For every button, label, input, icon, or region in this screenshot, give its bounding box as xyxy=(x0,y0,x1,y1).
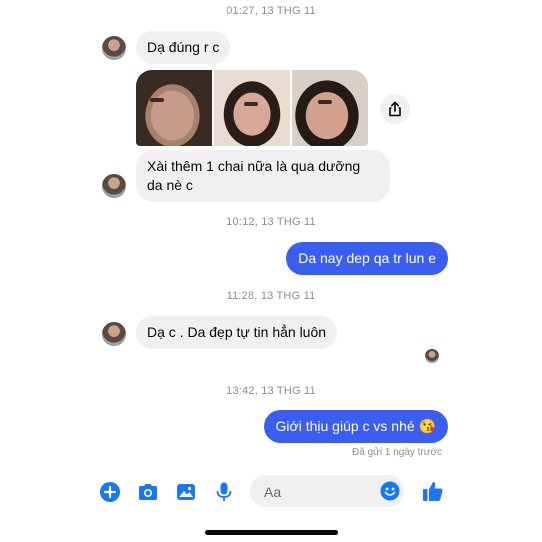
face-photo[interactable] xyxy=(136,70,212,146)
timestamp: 01:27, 13 THG 11 xyxy=(226,5,316,17)
plus-icon xyxy=(100,482,120,502)
camera-button[interactable] xyxy=(136,481,160,503)
contact-avatar[interactable] xyxy=(102,322,126,346)
timestamp: 10:12, 13 THG 11 xyxy=(226,216,316,228)
timestamp: 11:28, 13 THG 11 xyxy=(226,290,316,302)
face-photo[interactable] xyxy=(292,70,368,146)
plus-button[interactable] xyxy=(99,481,121,503)
timestamp: 13:42, 13 THG 11 xyxy=(226,385,316,397)
emoji-icon xyxy=(380,481,400,501)
face-photo[interactable] xyxy=(214,70,290,146)
like-button[interactable] xyxy=(420,478,446,504)
share-button[interactable] xyxy=(380,94,410,124)
incoming-message[interactable]: Dạ c . Da đẹp tự tin hẳn luôn xyxy=(136,316,338,349)
microphone-icon xyxy=(216,482,232,501)
contact-avatar[interactable] xyxy=(102,36,126,60)
camera-icon xyxy=(139,484,157,500)
voice-button[interactable] xyxy=(212,481,236,503)
contact-avatar[interactable] xyxy=(102,174,126,198)
outgoing-message[interactable]: Da nay dep qa tr lun e xyxy=(286,242,448,275)
emoji-button[interactable] xyxy=(379,480,401,502)
incoming-message[interactable]: Dạ đúng r c xyxy=(136,31,231,64)
sent-status: Đã gửi 1 ngày trước xyxy=(352,447,442,458)
message-composer xyxy=(250,475,404,509)
thumbs-up-icon xyxy=(423,481,443,501)
share-icon xyxy=(389,101,401,117)
message-input[interactable] xyxy=(262,475,376,509)
incoming-message[interactable]: Xài thêm 1 chai nữa là qua dưỡng da nè c xyxy=(136,150,390,202)
gallery-button[interactable] xyxy=(174,481,198,503)
photo-attachments xyxy=(136,70,368,146)
outgoing-message[interactable]: Giới thịu giúp c vs nhé 😘 xyxy=(263,410,448,443)
home-indicator xyxy=(205,530,338,535)
read-receipt-avatar xyxy=(425,349,439,363)
image-icon xyxy=(177,484,195,500)
